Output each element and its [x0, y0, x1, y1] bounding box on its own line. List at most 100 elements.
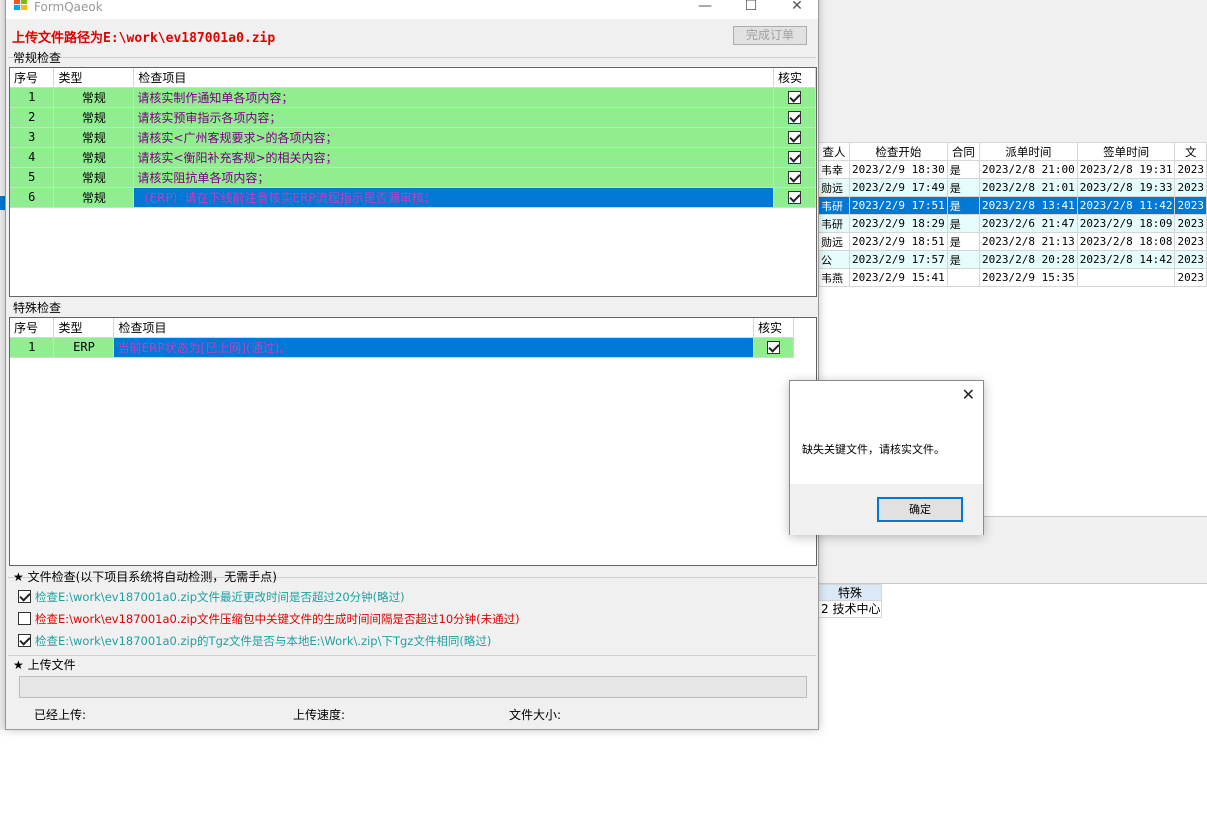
cell-sign: 2023/2/8 18:08 [1076, 232, 1176, 251]
special-column-header[interactable]: 特殊 [818, 584, 882, 601]
cell-item: （ERP）请在下线前注意核实ERP流程指示是否漏审核； [133, 187, 774, 208]
maximize-button[interactable]: ☐ [728, 0, 774, 17]
column-header-item[interactable]: 检查项目 [113, 318, 754, 338]
minimize-button[interactable]: — [682, 0, 728, 17]
verify-checkbox[interactable] [788, 91, 801, 104]
table-row[interactable]: 勋远 2023/2/9 18:51 是 2023/2/8 21:13 2023/… [817, 232, 1207, 251]
column-header-start[interactable]: 检查开始 [849, 142, 948, 161]
cell-person: 公 [817, 250, 851, 269]
table-row[interactable]: 韦研 2023/2/9 17:51 是 2023/2/8 13:41 2023/… [817, 196, 1207, 215]
column-header-seq[interactable]: 序号 [10, 318, 55, 338]
background-special-grid: 特殊 2 技术中心 [818, 584, 882, 618]
column-header-sign[interactable]: 签单时间 [1076, 142, 1176, 161]
table-row[interactable]: 1 常规 请核实制作通知单各项内容； [10, 87, 816, 108]
cell-item: 当前ERP状态为[已上网](通过)。 [113, 337, 754, 358]
window-title: FormQaeok [34, 0, 103, 14]
cell-dispatch: 2023/2/8 13:41 [979, 196, 1078, 215]
cell-seq: 5 [10, 167, 55, 188]
cell-item: 请核实<衡阳补充客规>的相关内容； [133, 147, 774, 168]
file-check-item[interactable]: 检查E:\work\ev187001a0.zip的Tgz文件是否与本地E:\Wo… [18, 633, 491, 649]
table-row[interactable]: 韦幸 2023/2/9 18:30 是 2023/2/8 21:00 2023/… [817, 160, 1207, 179]
special-cell[interactable]: 2 技术中心 [818, 601, 882, 618]
column-header-dispatch[interactable]: 派单时间 [979, 142, 1078, 161]
cell-verify [773, 107, 816, 128]
table-row[interactable]: 4 常规 请核实<衡阳补充客规>的相关内容； [10, 147, 816, 168]
cell-dispatch: 2023/2/6 21:47 [979, 214, 1078, 233]
table-row[interactable]: 韦燕 2023/2/9 15:41 2023/2/9 15:35 2023 [817, 268, 1207, 287]
column-header-seq[interactable]: 序号 [10, 68, 55, 88]
cell-contract: 是 [946, 196, 981, 215]
file-check-text: 检查E:\work\ev187001a0.zip的Tgz文件是否与本地E:\Wo… [35, 634, 492, 648]
file-check-text: 检查E:\work\ev187001a0.zip文件最近更改时间是否超过20分钟… [35, 590, 405, 604]
cell-start: 2023/2/9 18:29 [849, 214, 948, 233]
title-bar[interactable]: FormQaeok — ☐ ✕ [6, 0, 818, 19]
table-row[interactable]: 公 2023/2/9 17:57 是 2023/2/8 20:28 2023/2… [817, 250, 1207, 269]
cell-doc: 2023 [1174, 196, 1207, 215]
file-check-checkbox[interactable] [18, 590, 31, 603]
form-qaeok-window: FormQaeok — ☐ ✕ 上传文件路径为E:\work\ev187001a… [5, 0, 819, 730]
verify-checkbox[interactable] [788, 131, 801, 144]
cell-sign: 2023/2/9 18:09 [1076, 214, 1176, 233]
column-header-verify[interactable]: 核实 [773, 68, 816, 88]
cell-sign: 2023/2/8 14:42 [1076, 250, 1176, 269]
cell-person: 韦幸 [817, 160, 851, 179]
upload-progress-bar [19, 676, 807, 698]
cell-start: 2023/2/9 17:49 [849, 178, 948, 197]
cell-type: 常规 [53, 107, 135, 128]
cell-verify [773, 187, 816, 208]
verify-checkbox[interactable] [788, 191, 801, 204]
table-row[interactable]: 3 常规 请核实<广州客规要求>的各项内容； [10, 127, 816, 148]
close-button[interactable]: ✕ [774, 0, 820, 17]
regular-check-grid[interactable]: 序号 类型 检查项目 核实 1 常规 请核实制作通知单各项内容； 2 常规 请核… [9, 67, 817, 297]
cell-sign: 2023/2/8 19:33 [1076, 178, 1176, 197]
cell-seq: 1 [10, 87, 55, 108]
cell-person: 韦研 [817, 214, 851, 233]
file-check-checkbox[interactable] [18, 612, 31, 625]
verify-checkbox[interactable] [788, 111, 801, 124]
cell-type: 常规 [53, 187, 135, 208]
cell-doc: 2023 [1174, 232, 1207, 251]
column-header-contract[interactable]: 合同 [946, 142, 981, 161]
column-header-person[interactable]: 查人 [817, 142, 851, 161]
table-row[interactable]: 1 ERP 当前ERP状态为[已上网](通过)。 [10, 337, 794, 358]
column-header-doc[interactable]: 文 [1174, 142, 1207, 161]
table-row[interactable]: 5 常规 请核实阻抗单各项内容； [10, 167, 816, 188]
cell-dispatch: 2023/2/8 20:28 [979, 250, 1078, 269]
dialog-footer: 确定 [790, 484, 983, 535]
cell-type: ERP [53, 337, 115, 358]
special-check-grid[interactable]: 序号 类型 检查项目 核实 1 ERP 当前ERP状态为[已上网](通过)。 [9, 317, 817, 566]
file-check-title: ★ 文件检查(以下项目系统将自动检测，无需手点) [13, 570, 277, 584]
complete-order-button[interactable]: 完成订单 [733, 26, 807, 45]
upload-path-label: 上传文件路径为 [12, 31, 104, 46]
cell-contract [946, 268, 981, 287]
cell-doc: 2023 [1174, 214, 1207, 233]
cell-start: 2023/2/9 18:51 [849, 232, 948, 251]
table-row[interactable]: 勋远 2023/2/9 17:49 是 2023/2/8 21:01 2023/… [817, 178, 1207, 197]
column-header-item[interactable]: 检查项目 [133, 68, 774, 88]
cell-verify [773, 167, 816, 188]
cell-doc: 2023 [1174, 178, 1207, 197]
verify-checkbox[interactable] [788, 151, 801, 164]
table-row[interactable]: 韦研 2023/2/9 18:29 是 2023/2/6 21:47 2023/… [817, 214, 1207, 233]
verify-checkbox[interactable] [788, 171, 801, 184]
app-icon [14, 0, 28, 11]
background-top-area [818, 0, 1207, 142]
cell-item: 请核实预审指示各项内容； [133, 107, 774, 128]
cell-dispatch: 2023/2/9 15:35 [979, 268, 1078, 287]
file-check-checkbox[interactable] [18, 634, 31, 647]
cell-type: 常规 [53, 127, 135, 148]
column-header-verify[interactable]: 核实 [753, 318, 794, 338]
column-header-type[interactable]: 类型 [53, 318, 115, 338]
cell-contract: 是 [946, 232, 981, 251]
verify-checkbox[interactable] [767, 341, 780, 354]
close-icon[interactable]: ✕ [962, 387, 975, 403]
table-row[interactable]: 6 常规 （ERP）请在下线前注意核实ERP流程指示是否漏审核； [10, 187, 816, 208]
cell-person: 勋远 [817, 232, 851, 251]
uploaded-label: 已经上传: [34, 708, 87, 722]
ok-button[interactable]: 确定 [877, 497, 963, 522]
file-check-item[interactable]: 检查E:\work\ev187001a0.zip文件最近更改时间是否超过20分钟… [18, 589, 405, 605]
column-header-type[interactable]: 类型 [53, 68, 135, 88]
cell-person: 韦燕 [817, 268, 851, 287]
file-check-item[interactable]: 检查E:\work\ev187001a0.zip文件压缩包中关键文件的生成时间间… [18, 611, 520, 627]
table-row[interactable]: 2 常规 请核实预审指示各项内容； [10, 107, 816, 128]
